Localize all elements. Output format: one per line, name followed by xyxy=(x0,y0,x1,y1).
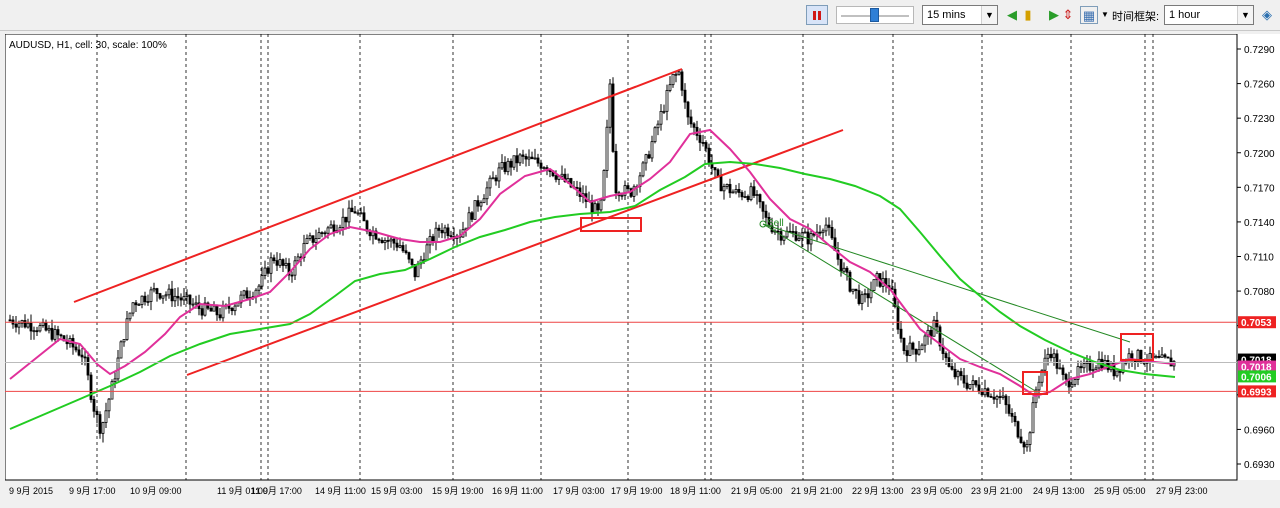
candle xyxy=(986,387,990,398)
candle xyxy=(608,79,612,134)
price-badge: 0.6993 xyxy=(1238,385,1276,398)
price-tick-label: 0.7110 xyxy=(1244,253,1274,264)
timeframe-select[interactable]: 15 mins ▼ xyxy=(922,5,998,25)
price-tick-label: 0.7290 xyxy=(1244,45,1275,56)
time-tick-label: 22 9月 13:00 xyxy=(852,486,904,496)
time-tick-label: 14 9月 11:00 xyxy=(315,486,366,496)
time-tick-label: 23 9月 05:00 xyxy=(911,486,963,496)
time-tick-label: 11 9月 17:00 xyxy=(251,486,302,496)
time-tick-label: 16 9月 11:00 xyxy=(492,486,543,496)
candle xyxy=(1139,349,1143,364)
price-tick-label: 0.7140 xyxy=(1244,218,1275,229)
time-tick-label: 17 9月 03:00 xyxy=(553,486,605,496)
time-tick-label: 9 9月 17:00 xyxy=(69,486,116,496)
candle xyxy=(1166,356,1170,359)
price-badge-label: 0.7053 xyxy=(1241,318,1272,329)
candle xyxy=(473,200,477,220)
candle xyxy=(641,160,645,178)
price-badge: 0.7053 xyxy=(1238,316,1276,329)
candle xyxy=(614,143,618,199)
help-icon[interactable]: ◈ xyxy=(1258,6,1276,24)
candle xyxy=(611,77,615,153)
time-tick-label: 18 9月 11:00 xyxy=(670,486,721,496)
price-tick-label: 0.6960 xyxy=(1244,425,1275,436)
candle xyxy=(602,169,606,202)
candle xyxy=(1016,420,1020,439)
timeframe-label: 时间框架: xyxy=(1112,11,1160,23)
period-select-value: 1 hour xyxy=(1169,9,1201,21)
price-tick-label: 0.7230 xyxy=(1244,114,1275,125)
candle xyxy=(848,270,852,293)
chart-canvas: 0.7290 0.7260 0.7230 0.7200 0.7170 0.7140 0.71… xyxy=(4,33,1280,496)
price-badge-label: 0.7006 xyxy=(1241,372,1272,383)
chevron-down-icon: ▼ xyxy=(981,6,997,24)
candle xyxy=(119,340,123,359)
time-tick-label: 23 9月 21:00 xyxy=(971,486,1023,496)
price-tick-label: 0.7260 xyxy=(1244,80,1275,91)
time-tick-label: 21 9月 21:00 xyxy=(791,486,843,496)
candle xyxy=(599,199,603,212)
chevron-down-icon: ▼ xyxy=(1237,6,1253,24)
time-tick-label: 27 9月 23:00 xyxy=(1156,486,1208,496)
speed-slider[interactable] xyxy=(836,6,914,24)
candle xyxy=(89,372,93,403)
pause-button[interactable] xyxy=(806,5,828,25)
sell-label: Sell xyxy=(767,218,784,229)
price-badge: 0.7006 xyxy=(1238,370,1276,383)
candle-icon[interactable]: ▮ xyxy=(1020,6,1036,24)
period-select[interactable]: 1 hour ▼ xyxy=(1164,5,1254,25)
time-tick-label: 15 9月 19:00 xyxy=(432,486,484,496)
time-tick-label: 10 9月 09:00 xyxy=(130,486,182,496)
price-tick-label: 0.7080 xyxy=(1244,287,1275,298)
step-forward-icon[interactable]: ▶ xyxy=(1046,6,1062,24)
up-down-icon[interactable]: ⇕ xyxy=(1062,6,1074,24)
time-tick-label: 24 9月 13:00 xyxy=(1033,486,1085,496)
slider-thumb[interactable] xyxy=(870,8,879,22)
candle xyxy=(872,279,876,291)
chart-info-label: AUDUSD, H1, cell: 30, scale: 100% xyxy=(9,40,167,51)
time-ticks: 9 9月 2015 9 9月 17:00 10 9月 09:00 11 9月 01:0… xyxy=(9,486,1208,496)
price-tick-label: 0.7200 xyxy=(1244,149,1275,160)
price-badge-label: 0.6993 xyxy=(1241,387,1272,398)
price-badges: 0.70530.70180.70180.70060.6993 xyxy=(1238,316,1276,398)
price-tick-label: 0.7170 xyxy=(1244,183,1275,194)
time-tick-label: 9 9月 2015 xyxy=(9,486,53,496)
price-chart[interactable]: 0.7290 0.7260 0.7230 0.7200 0.7170 0.7140 0.71… xyxy=(4,33,1280,504)
chart-settings-icon[interactable]: ▦ xyxy=(1080,6,1098,24)
time-tick-label: 25 9月 05:00 xyxy=(1094,486,1146,496)
time-tick-label: 17 9月 19:00 xyxy=(611,486,663,496)
timeframe-select-value: 15 mins xyxy=(927,9,966,21)
toolbar: 15 mins ▼ ◀ ▮ ▶ ⇕ ▦ ▼ 时间框架: 1 hour ▼ ◈ xyxy=(0,0,1280,31)
step-back-icon[interactable]: ◀ xyxy=(1004,6,1020,24)
candle xyxy=(110,379,114,400)
chart-settings-dropdown-icon[interactable]: ▼ xyxy=(1100,6,1110,24)
price-tick-label: 0.6930 xyxy=(1244,460,1275,471)
candle xyxy=(605,119,609,178)
candle xyxy=(653,126,657,144)
time-tick-label: 21 9月 05:00 xyxy=(731,486,783,496)
time-tick-label: 15 9月 03:00 xyxy=(371,486,423,496)
